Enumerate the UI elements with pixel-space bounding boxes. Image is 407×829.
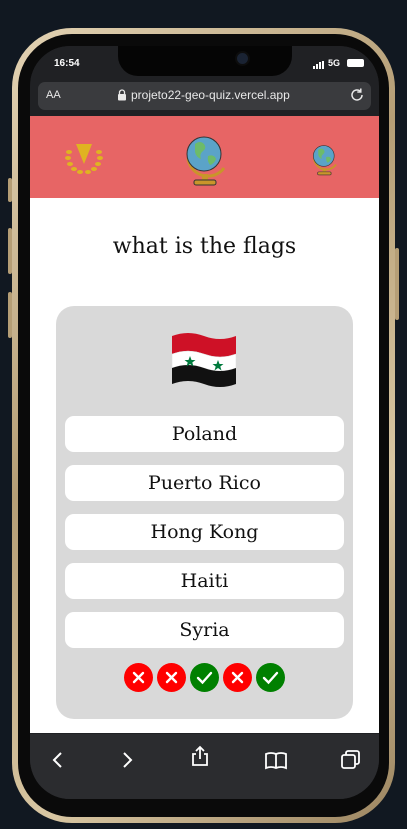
web-page: what is the flags Poland Puerto Rico Hon… [30, 116, 379, 733]
answer-option-syria[interactable]: Syria [65, 612, 344, 648]
url-text[interactable]: projeto22-geo-quiz.vercel.app [131, 88, 290, 102]
signal-icon [313, 61, 329, 69]
answer-option-haiti[interactable]: Haiti [65, 563, 344, 599]
browser-toolbar [30, 734, 379, 799]
back-icon[interactable] [46, 748, 70, 772]
syria-flag-icon [171, 333, 237, 387]
answer-option-hong-kong[interactable]: Hong Kong [65, 514, 344, 550]
globe-icon [186, 136, 226, 186]
bookmarks-icon[interactable] [264, 748, 288, 772]
battery-icon [347, 59, 364, 67]
quiz-title: what is the flags [112, 234, 297, 259]
quiz-card: Poland Puerto Rico Hong Kong Haiti Syria [56, 306, 353, 719]
wrong-result-icon [223, 663, 252, 692]
answer-option-puerto-rico[interactable]: Puerto Rico [65, 465, 344, 501]
reload-icon[interactable] [349, 87, 365, 103]
power-button [395, 248, 399, 320]
results-row [56, 663, 353, 693]
mute-switch [8, 178, 12, 202]
wrong-result-icon [124, 663, 153, 692]
lock-icon [118, 89, 126, 101]
correct-result-icon [256, 663, 285, 692]
globe-icon [313, 145, 337, 176]
laurel-wreath-icon [65, 144, 103, 174]
text-size-button[interactable]: AA [46, 89, 61, 101]
app-header [30, 116, 379, 198]
forward-icon[interactable] [115, 748, 139, 772]
phone-screen: 16:54 5G AA projeto22-geo-quiz.vercel.ap… [30, 46, 379, 799]
camera-icon [235, 51, 250, 66]
status-bar: 16:54 5G [30, 46, 379, 80]
correct-result-icon [190, 663, 219, 692]
volume-down-button [8, 292, 12, 338]
address-bar[interactable]: AA projeto22-geo-quiz.vercel.app [38, 82, 371, 110]
share-icon[interactable] [188, 744, 212, 768]
notch [118, 46, 292, 76]
wrong-result-icon [157, 663, 186, 692]
status-time: 16:54 [54, 58, 80, 69]
answer-option-poland[interactable]: Poland [65, 416, 344, 452]
volume-up-button [8, 228, 12, 274]
tabs-icon[interactable] [339, 748, 363, 772]
network-label: 5G [328, 58, 341, 68]
